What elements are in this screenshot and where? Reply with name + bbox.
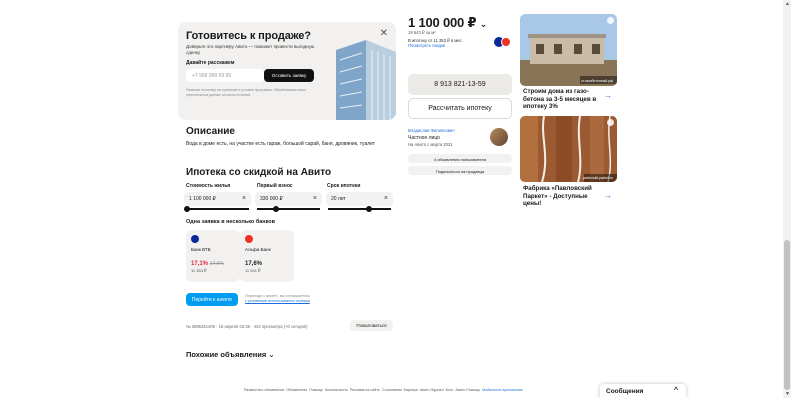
ad-image-2[interactable]: pavlovskii-parket.ru	[520, 116, 617, 182]
info-icon[interactable]	[607, 119, 614, 126]
price-slider-track[interactable]	[186, 208, 249, 210]
bank-rate-old: 17,6%	[209, 261, 224, 267]
footer-link[interactable]: О компании	[382, 388, 402, 392]
ad-photo-construction	[520, 14, 617, 86]
bank-payment: 11 541 ₽	[245, 268, 261, 273]
description-text: Вода в доме есть, на участке есть гараж,…	[186, 141, 376, 147]
bank-card-vtb[interactable]: Банк ВТБ 17,1% 17,6% 11 353 ₽	[186, 230, 240, 282]
price-field-label: Стоимость жилья	[186, 183, 231, 189]
bank-name: Альфа-Банк	[245, 247, 271, 252]
mobile-app-link[interactable]: Мобильное приложение	[482, 388, 523, 392]
footer-link[interactable]: Разместить объявление	[244, 388, 284, 392]
arrow-right-icon[interactable]: →	[604, 191, 612, 200]
term-label: Срок ипотеки	[327, 183, 361, 189]
footer-link[interactable]: Карьера	[404, 388, 418, 392]
down-payment-label: Первый взнос	[257, 183, 293, 189]
term-field[interactable]: 20 лет ×	[326, 192, 393, 206]
promo-title: Готовитесь к продаже?	[186, 30, 311, 42]
scroll-up-icon[interactable]: ▲	[785, 1, 790, 7]
term-slider-handle[interactable]	[366, 206, 372, 212]
ad-title[interactable]: Строим дома из газо-бетона за 3-5 месяце…	[523, 88, 603, 111]
description-heading: Описание	[186, 126, 235, 137]
term-value: 20 лет	[331, 196, 346, 202]
footer-link[interactable]: Блог	[446, 388, 454, 392]
consent-link[interactable]: с условиями использования сервиса	[245, 299, 335, 304]
subscribe-button[interactable]: Подписаться на продавца	[408, 166, 512, 175]
phone-input[interactable]: +7 999 999 99 99	[186, 69, 264, 82]
price-field[interactable]: 1 100 000 ₽ ×	[184, 192, 251, 206]
bank-rate-new: 17,1%	[191, 261, 209, 267]
chevron-down-icon: ⌄	[268, 350, 275, 359]
bank-rate: 17,1% 17,6%	[191, 261, 235, 267]
ad-image-1[interactable]: ст.газобетонный.рф	[520, 14, 617, 86]
bank-payment: 11 353 ₽	[191, 268, 207, 273]
go-to-form-button[interactable]: Перейти к анкете	[186, 293, 238, 306]
price-value: 1 100 000 ₽	[189, 196, 216, 202]
mortgage-heading: Ипотека со скидкой на Авито	[186, 167, 332, 178]
show-phone-button[interactable]: 8 913 821-13-59	[408, 74, 512, 95]
sale-promo-card: ✕ Готовитесь к продаже? Доверьте это пар…	[178, 22, 396, 120]
consent-text: Переходя к анкете, вы соглашаетесь с усл…	[245, 294, 335, 304]
alfa-logo-icon	[245, 235, 253, 243]
vtb-logo-icon	[191, 235, 199, 243]
bank-rate: 17,6%	[245, 261, 263, 267]
term-slider-track[interactable]	[328, 208, 391, 210]
calc-mortgage-button[interactable]: Рассчитать ипотеку	[408, 98, 512, 119]
ad-brand-label: pavlovskii-parket.ru	[582, 176, 613, 180]
footer-link[interactable]: Помощь	[309, 388, 323, 392]
promo-legal-text: Нажимая на кнопку, вы принимаете условия…	[186, 88, 306, 97]
seller-type: Частное лицо	[408, 135, 440, 141]
messages-label: Сообщения	[606, 388, 644, 395]
seller-since: На Авито с марта 2021	[408, 142, 453, 147]
bank-name: Банк ВТБ	[191, 247, 211, 252]
footer-link[interactable]: Авито Журнал	[420, 388, 444, 392]
bank-card-alfa[interactable]: Альфа-Банк 17,6% 11 541 ₽	[240, 230, 294, 282]
complain-button[interactable]: Пожаловаться	[350, 320, 393, 331]
ad-photo-parquet	[520, 116, 617, 182]
banks-heading: Одна заявка в несколько банков	[186, 219, 276, 225]
messages-bar[interactable]: Сообщения ^	[600, 384, 686, 398]
ad-title[interactable]: Фабрика «Павловский Паркет» - Доступные …	[523, 185, 603, 208]
discounts-link[interactable]: Посмотреть скидки	[408, 43, 445, 49]
scrollbar-thumb[interactable]	[784, 240, 790, 390]
all-ads-button[interactable]: 4 объявления пользователя	[408, 154, 512, 163]
leave-request-button[interactable]: Оставить заявку	[264, 69, 314, 82]
promo-subtitle: Доверьте это партнёру Авито — поможет пр…	[186, 44, 315, 55]
similar-ads-label: Похожие объявления	[186, 350, 267, 359]
seller-name[interactable]: Владислав Филиппович	[408, 128, 455, 134]
price-per-meter: 19 643 ₽ за м²	[408, 30, 436, 35]
footer-link[interactable]: Объявления	[286, 388, 307, 392]
promo-form-label: Давайте расскажем	[186, 60, 235, 66]
clear-icon[interactable]: ×	[384, 195, 388, 202]
footer-link[interactable]: Реклама на сайте	[350, 388, 380, 392]
footer-link[interactable]: Безопасность	[325, 388, 348, 392]
avatar[interactable]	[490, 128, 508, 146]
down-slider-track[interactable]	[257, 208, 320, 210]
footer-link[interactable]: Авито Помощь	[455, 388, 480, 392]
listing-meta: № 3696341409 · 18 апреля 03:36 · 434 про…	[186, 324, 308, 329]
arrow-right-icon[interactable]: →	[604, 91, 612, 100]
similar-ads-toggle[interactable]: Похожие объявления ⌄	[186, 350, 275, 359]
chevron-up-icon[interactable]: ^	[674, 387, 678, 394]
chevron-down-icon: ⌄	[479, 19, 488, 29]
down-payment-value: 330 000 ₽	[260, 196, 283, 202]
clear-icon[interactable]: ×	[313, 195, 317, 202]
bank-logos-icon	[494, 37, 512, 47]
info-icon[interactable]	[607, 17, 614, 24]
scroll-down-icon[interactable]: ▼	[785, 391, 790, 397]
down-payment-field[interactable]: 330 000 ₽ ×	[255, 192, 322, 206]
price-value: 1 100 000 ₽	[408, 15, 477, 30]
close-icon[interactable]: ✕	[380, 28, 388, 39]
price-header[interactable]: 1 100 000 ₽ ⌄	[408, 15, 487, 31]
price-slider-handle[interactable]	[184, 206, 190, 212]
building-illustration	[336, 40, 396, 120]
down-slider-handle[interactable]	[273, 206, 279, 212]
clear-icon[interactable]: ×	[242, 195, 246, 202]
ad-brand-label: ст.газобетонный.рф	[581, 79, 613, 83]
footer-links: Разместить объявление Объявления Помощь …	[244, 388, 523, 392]
